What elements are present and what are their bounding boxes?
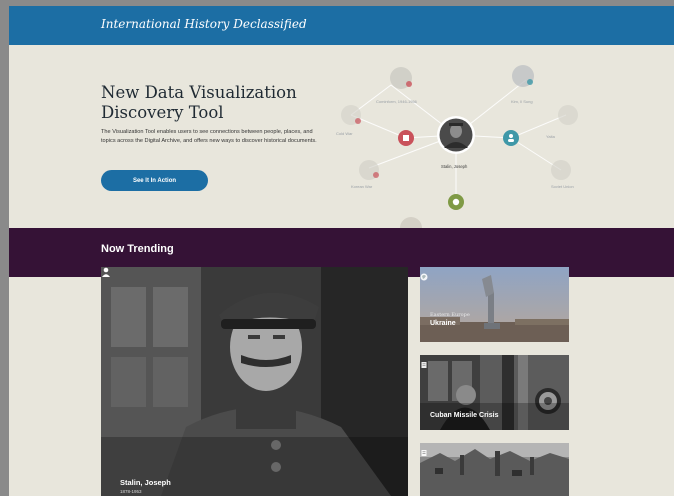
center-person-node[interactable] [437, 116, 475, 154]
see-it-in-action-button[interactable]: See It In Action [101, 170, 208, 191]
stalin-photo [101, 267, 408, 496]
now-trending-heading: Now Trending [101, 243, 174, 255]
user-icon [509, 134, 513, 138]
page: International History Declassified New D… [9, 6, 674, 496]
document-icon [403, 135, 409, 141]
trending-card-stalin[interactable]: Stalin, Joseph 1878-1953 [101, 267, 408, 496]
globe-icon [452, 198, 460, 206]
hero-title-line-2: Discovery Tool [101, 103, 224, 122]
node-label: Korean War [351, 184, 373, 189]
trending-card-title: Cuban Missile Crisis [430, 412, 499, 419]
topic-node-document[interactable] [398, 130, 414, 146]
trending-card-third[interactable] [420, 443, 569, 496]
topic-node-person[interactable] [503, 130, 519, 146]
hero-title: New Data Visualization Discovery Tool [101, 83, 321, 123]
node-label: Cominform, 1946-1956 [376, 99, 418, 104]
ruins-photo [420, 443, 569, 496]
hero-description: The Visualization Tool enables users to … [101, 129, 317, 144]
globe-icon [420, 273, 428, 281]
trending-card-ukraine[interactable]: Eastern Europe Ukraine [420, 267, 569, 342]
document-icon [421, 450, 427, 456]
faded-person-node[interactable] [558, 105, 578, 125]
document-icon [421, 362, 427, 368]
trending-card-cuban-missile-crisis[interactable]: Cuban Missile Crisis [420, 355, 569, 430]
user-icon [102, 267, 110, 277]
node-label: Kim, Il Sung [511, 99, 533, 104]
trending-card-years: 1878-1953 [120, 489, 142, 494]
faded-person-node[interactable] [551, 160, 571, 180]
trending-card-title: Ukraine [430, 320, 456, 327]
site-brand-link[interactable]: International History Declassified [101, 17, 307, 31]
trending-card-title: Stalin, Joseph [120, 478, 171, 487]
ukraine-photo [420, 267, 569, 342]
center-node-label: Stalin, Joseph [441, 164, 468, 169]
topic-node-place[interactable] [448, 194, 464, 210]
node-label: Yalta [546, 134, 556, 139]
hero-title-line-1: New Data Visualization [101, 83, 297, 102]
node-label: Cold War [336, 131, 353, 136]
trending-card-category: Eastern Europe [430, 312, 470, 318]
node-label: Soviet Union [551, 184, 574, 189]
visualization-graph[interactable]: Cominform, 1946-1956 Kim, Il Sung Cold W… [331, 60, 674, 232]
site-header: International History Declassified [9, 6, 674, 45]
